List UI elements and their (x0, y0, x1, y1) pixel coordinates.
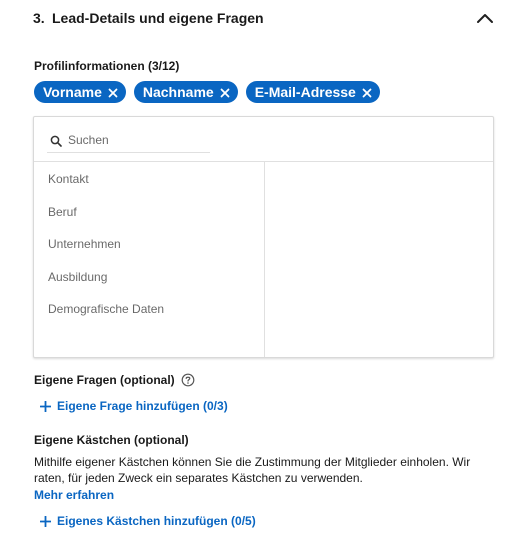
chip-first-name[interactable]: Vorname (34, 81, 126, 103)
chevron-up-icon[interactable] (474, 8, 496, 28)
custom-questions-title: Eigene Fragen (optional) (34, 373, 175, 387)
divider (264, 161, 265, 357)
category-list: Kontakt Beruf Unternehmen Ausbildung Dem… (48, 169, 258, 332)
search-box (47, 127, 210, 153)
add-question-button[interactable]: Eigene Frage hinzufügen (0/3) (39, 399, 228, 413)
selected-fields: Vorname Nachname E-Mail-Adresse (34, 81, 380, 103)
category-item-job[interactable]: Beruf (48, 202, 258, 235)
category-item-education[interactable]: Ausbildung (48, 267, 258, 300)
close-icon[interactable] (219, 86, 231, 98)
section-title: Lead-Details und eigene Fragen (52, 10, 264, 26)
add-checkbox-button[interactable]: Eigenes Kästchen hinzufügen (0/5) (39, 514, 256, 528)
profile-info-label: Profilinformationen (3/12) (34, 59, 180, 73)
chip-label: Vorname (43, 84, 102, 100)
chip-label: Nachname (142, 84, 214, 100)
profile-field-picker: Kontakt Beruf Unternehmen Ausbildung Dem… (33, 116, 494, 358)
close-icon[interactable] (361, 86, 373, 98)
section-header: 3. Lead-Details und eigene Fragen (0, 0, 515, 36)
add-question-label: Eigene Frage hinzufügen (0/3) (57, 399, 228, 413)
category-item-demographics[interactable]: Demografische Daten (48, 299, 258, 332)
category-item-contact[interactable]: Kontakt (48, 169, 258, 202)
chip-email[interactable]: E-Mail-Adresse (245, 81, 380, 103)
plus-icon (39, 400, 52, 412)
search-icon (50, 134, 62, 147)
category-item-company[interactable]: Unternehmen (48, 234, 258, 267)
custom-checkboxes-title: Eigene Kästchen (optional) (34, 433, 189, 447)
add-checkbox-label: Eigenes Kästchen hinzufügen (0/5) (57, 514, 256, 528)
section-number: 3. (33, 10, 45, 26)
learn-more-link[interactable]: Mehr erfahren (34, 488, 114, 502)
search-input[interactable] (68, 132, 208, 147)
help-circle-icon[interactable] (181, 373, 195, 387)
close-icon[interactable] (107, 86, 119, 98)
plus-icon (39, 515, 52, 527)
custom-checkboxes-description: Mithilfe eigener Kästchen können Sie die… (34, 455, 471, 485)
chip-label: E-Mail-Adresse (254, 84, 356, 100)
custom-questions-heading: Eigene Fragen (optional) (34, 373, 195, 387)
chip-last-name[interactable]: Nachname (133, 81, 238, 103)
